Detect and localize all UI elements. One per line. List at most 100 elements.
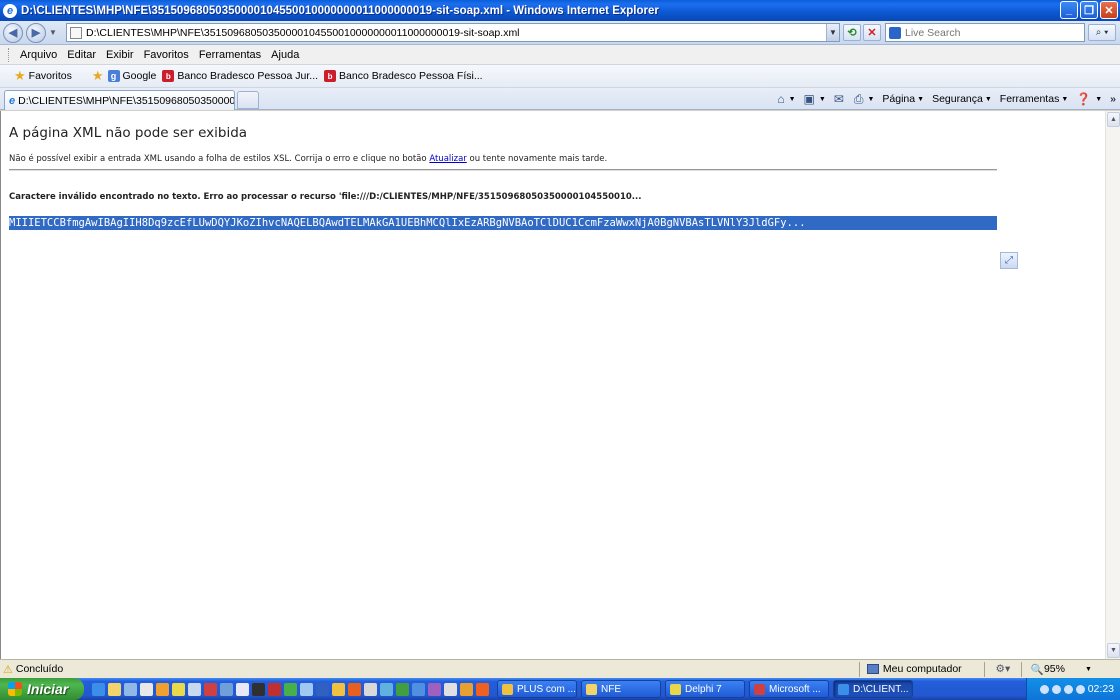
tray-icon[interactable] <box>1075 684 1085 694</box>
vertical-scrollbar[interactable]: ▲ ▼ <box>1105 111 1120 659</box>
app-launch-icon[interactable] <box>156 682 169 696</box>
taskbar-item-plus[interactable]: PLUS com ... <box>497 680 577 698</box>
more-commands-icon[interactable]: » <box>1110 93 1116 105</box>
new-tab-button[interactable] <box>237 91 259 109</box>
taskbar-item-ie[interactable]: D:\CLIENT... <box>833 680 913 698</box>
app-launch-icon[interactable] <box>428 682 441 696</box>
favorite-link-bradesco-juridica[interactable]: b Banco Bradesco Pessoa Jur... <box>162 70 318 82</box>
ie-launch-icon[interactable] <box>92 682 105 696</box>
minimize-button[interactable]: _ <box>1060 1 1078 19</box>
menu-editar[interactable]: Editar <box>62 49 101 61</box>
feeds-button[interactable]: ▣ ▼ <box>804 92 826 106</box>
mail-button[interactable]: ✉ <box>834 92 846 106</box>
refresh-link[interactable]: Atualizar <box>429 154 466 164</box>
delphi-launch-icon[interactable] <box>172 682 185 696</box>
help-button[interactable]: ❓ ▼ <box>1076 92 1102 106</box>
live-search-icon <box>889 26 901 39</box>
app-launch-icon[interactable] <box>236 682 249 696</box>
desktop-launch-icon[interactable] <box>124 682 137 696</box>
app-launch-icon[interactable] <box>300 682 313 696</box>
app-launch-icon[interactable] <box>476 682 489 696</box>
close-button[interactable]: ✕ <box>1100 1 1118 19</box>
tab-current[interactable]: e D:\CLIENTES\MHP\NFE\351509680503500001… <box>4 90 235 110</box>
menu-ajuda[interactable]: Ajuda <box>266 49 304 61</box>
zoom-control[interactable]: 🔍 95% ▼ <box>1031 663 1092 676</box>
app-launch-icon[interactable] <box>396 682 409 696</box>
search-field[interactable] <box>885 23 1085 42</box>
tools-menu[interactable]: Ferramentas ▼ <box>1000 93 1068 105</box>
app-launch-icon[interactable] <box>364 682 377 696</box>
favorite-link-google[interactable]: g Google <box>107 70 157 82</box>
app-launch-icon[interactable] <box>284 682 297 696</box>
app-launch-icon[interactable] <box>348 682 361 696</box>
zoom-icon: 🔍 <box>1030 663 1044 676</box>
document-launch-icon[interactable] <box>140 682 153 696</box>
print-button[interactable]: ⎙ ▼ <box>854 92 875 107</box>
error-source-line[interactable]: MIIIETCCBfmgAwIBAgIIH8Dq9zcEfLUwDQYJKoZI… <box>9 216 997 230</box>
expand-icon[interactable]: ⤢ <box>1000 252 1018 269</box>
app-launch-icon[interactable] <box>460 682 473 696</box>
clock[interactable]: 02:23 <box>1088 683 1114 695</box>
warning-icon: ⚠ <box>3 663 13 676</box>
app-launch-icon[interactable] <box>204 682 217 696</box>
app-launch-icon[interactable] <box>412 682 425 696</box>
forward-button[interactable]: ▶ <box>26 22 46 43</box>
tray-icon[interactable] <box>1039 684 1049 694</box>
home-button[interactable]: ⌂ ▼ <box>777 92 795 106</box>
start-button[interactable]: Iniciar <box>0 678 84 700</box>
security-menu[interactable]: Segurança ▼ <box>932 93 992 105</box>
internet-explorer-icon <box>838 683 849 695</box>
search-button[interactable]: ⌕ ▾ <box>1088 24 1116 41</box>
back-button[interactable]: ◀ <box>3 22 23 43</box>
menu-favoritos[interactable]: Favoritos <box>139 49 194 61</box>
address-url[interactable]: D:\CLIENTES\MHP\NFE\35150968050350000104… <box>86 27 826 39</box>
app-launch-icon[interactable] <box>268 682 281 696</box>
maximize-button[interactable]: ❐ <box>1080 1 1098 19</box>
tray-icon[interactable] <box>1063 684 1073 694</box>
divider <box>983 661 985 677</box>
page-menu-label: Página <box>882 93 916 105</box>
app-launch-icon[interactable] <box>380 682 393 696</box>
error-description-text: Não é possível exibir a entrada XML usan… <box>9 154 430 164</box>
menu-exibir[interactable]: Exibir <box>101 49 139 61</box>
title-bar[interactable]: e D:\CLIENTES\MHP\NFE\351509680503500001… <box>0 0 1120 21</box>
page-content: A página XML não pode ser exibida Não é … <box>0 111 1105 659</box>
menu-arquivo[interactable]: Arquivo <box>15 49 62 61</box>
app-launch-icon[interactable] <box>332 682 345 696</box>
computer-icon <box>866 664 879 674</box>
chevron-down-icon: ▼ <box>788 95 796 103</box>
feeds-icon: ▣ <box>803 92 815 106</box>
app-launch-icon[interactable] <box>220 682 233 696</box>
address-dropdown-button[interactable]: ▼ <box>826 24 839 41</box>
page-menu[interactable]: Página ▼ <box>882 93 924 105</box>
refresh-button[interactable]: ⟲ <box>843 24 861 41</box>
taskbar-item-nfe[interactable]: NFE <box>581 680 661 698</box>
scroll-up-icon[interactable]: ▲ <box>1107 112 1120 127</box>
taskbar: Iniciar PLUS com ... NFE Delphi 7 Micros… <box>0 678 1120 700</box>
add-favorite-icon[interactable]: ★ <box>92 68 104 84</box>
protected-mode-icon[interactable]: ⚙▾ <box>988 663 1018 675</box>
taskbar-item-microsoft[interactable]: Microsoft ... <box>749 680 829 698</box>
tab-row: e D:\CLIENTES\MHP\NFE\351509680503500001… <box>0 88 1120 110</box>
app-launch-icon[interactable] <box>188 682 201 696</box>
app-launch-icon[interactable] <box>316 682 329 696</box>
favorites-bar: ★ Favoritos ★ g Google b Banco Bradesco … <box>0 65 1120 88</box>
favorite-link-bradesco-fisica[interactable]: b Banco Bradesco Pessoa Físi... <box>324 70 483 82</box>
scroll-down-icon[interactable]: ▼ <box>1107 643 1120 658</box>
system-tray: 02:23 <box>1026 678 1120 700</box>
recent-pages-dropdown[interactable]: ▼ <box>49 28 59 37</box>
menu-ferramentas[interactable]: Ferramentas <box>194 49 266 61</box>
error-description: Não é possível exibir a entrada XML usan… <box>9 154 607 164</box>
folder-launch-icon[interactable] <box>108 682 121 696</box>
app-launch-icon[interactable] <box>444 682 457 696</box>
taskbar-item-delphi[interactable]: Delphi 7 <box>665 680 745 698</box>
tray-icon[interactable] <box>1051 684 1061 694</box>
stop-button[interactable]: ✕ <box>863 24 881 41</box>
zoom-level: 95% <box>1043 663 1065 675</box>
search-input[interactable] <box>905 26 1075 39</box>
task-label: PLUS com ... <box>517 683 576 695</box>
address-field[interactable]: D:\CLIENTES\MHP\NFE\35150968050350000104… <box>66 23 840 42</box>
app-launch-icon[interactable] <box>252 682 265 696</box>
favorites-button[interactable]: ★ Favoritos <box>8 67 78 86</box>
favorite-link-label: Google <box>122 70 157 82</box>
